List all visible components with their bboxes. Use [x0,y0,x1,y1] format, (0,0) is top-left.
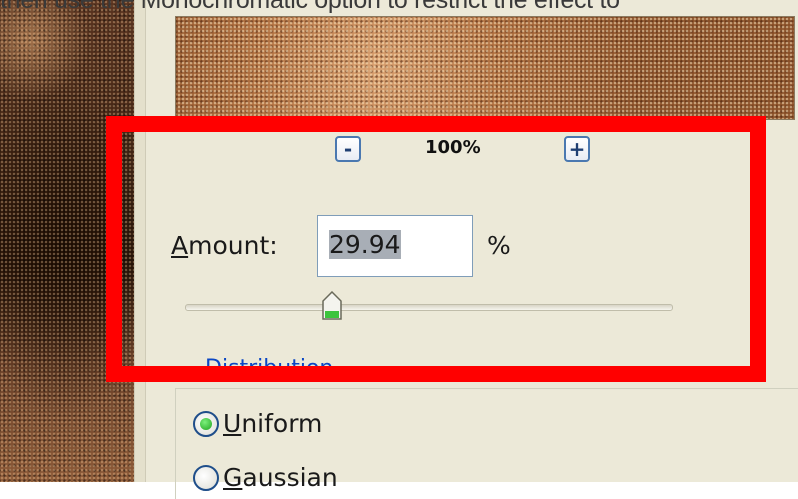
gaussian-radio-label: Gaussian [223,463,338,492]
uniform-radio-label: Uniform [223,409,322,438]
amount-slider-track[interactable] [185,291,673,320]
uniform-radio-button[interactable] [193,410,219,437]
amount-value: 29.94 [329,230,401,259]
gaussian-radio-button[interactable] [193,464,219,491]
amount-input[interactable]: 29.94 [317,215,473,277]
dialog-edge-strip [135,0,146,482]
gaussian-label-text: aussian [242,463,338,492]
percent-sign: % [487,231,511,260]
amount-label-text: mount: [188,231,278,260]
amount-slider-thumb[interactable] [321,291,343,321]
add-noise-dialog: - 100% + Amount: 29.94 % Distribution Un… [134,0,798,499]
uniform-label-text: niform [241,409,323,438]
zoom-level: 100% [425,137,481,158]
zoom-in-button[interactable]: + [564,136,590,162]
uniform-radio-option[interactable]: Uniform [193,409,322,438]
gaussian-radio-option[interactable]: Gaussian [193,463,338,492]
photo-canvas [0,0,148,482]
top-caption-text: then use the Monochromatic option to res… [0,0,798,13]
zoom-out-button[interactable]: - [335,136,361,162]
preview-image[interactable] [175,16,795,120]
uniform-mnemonic: U [223,409,242,438]
gaussian-mnemonic: G [223,463,243,492]
amount-label-mnemonic: A [171,231,189,260]
amount-label: Amount: [171,231,278,260]
distribution-section-label: Distribution [205,356,334,381]
